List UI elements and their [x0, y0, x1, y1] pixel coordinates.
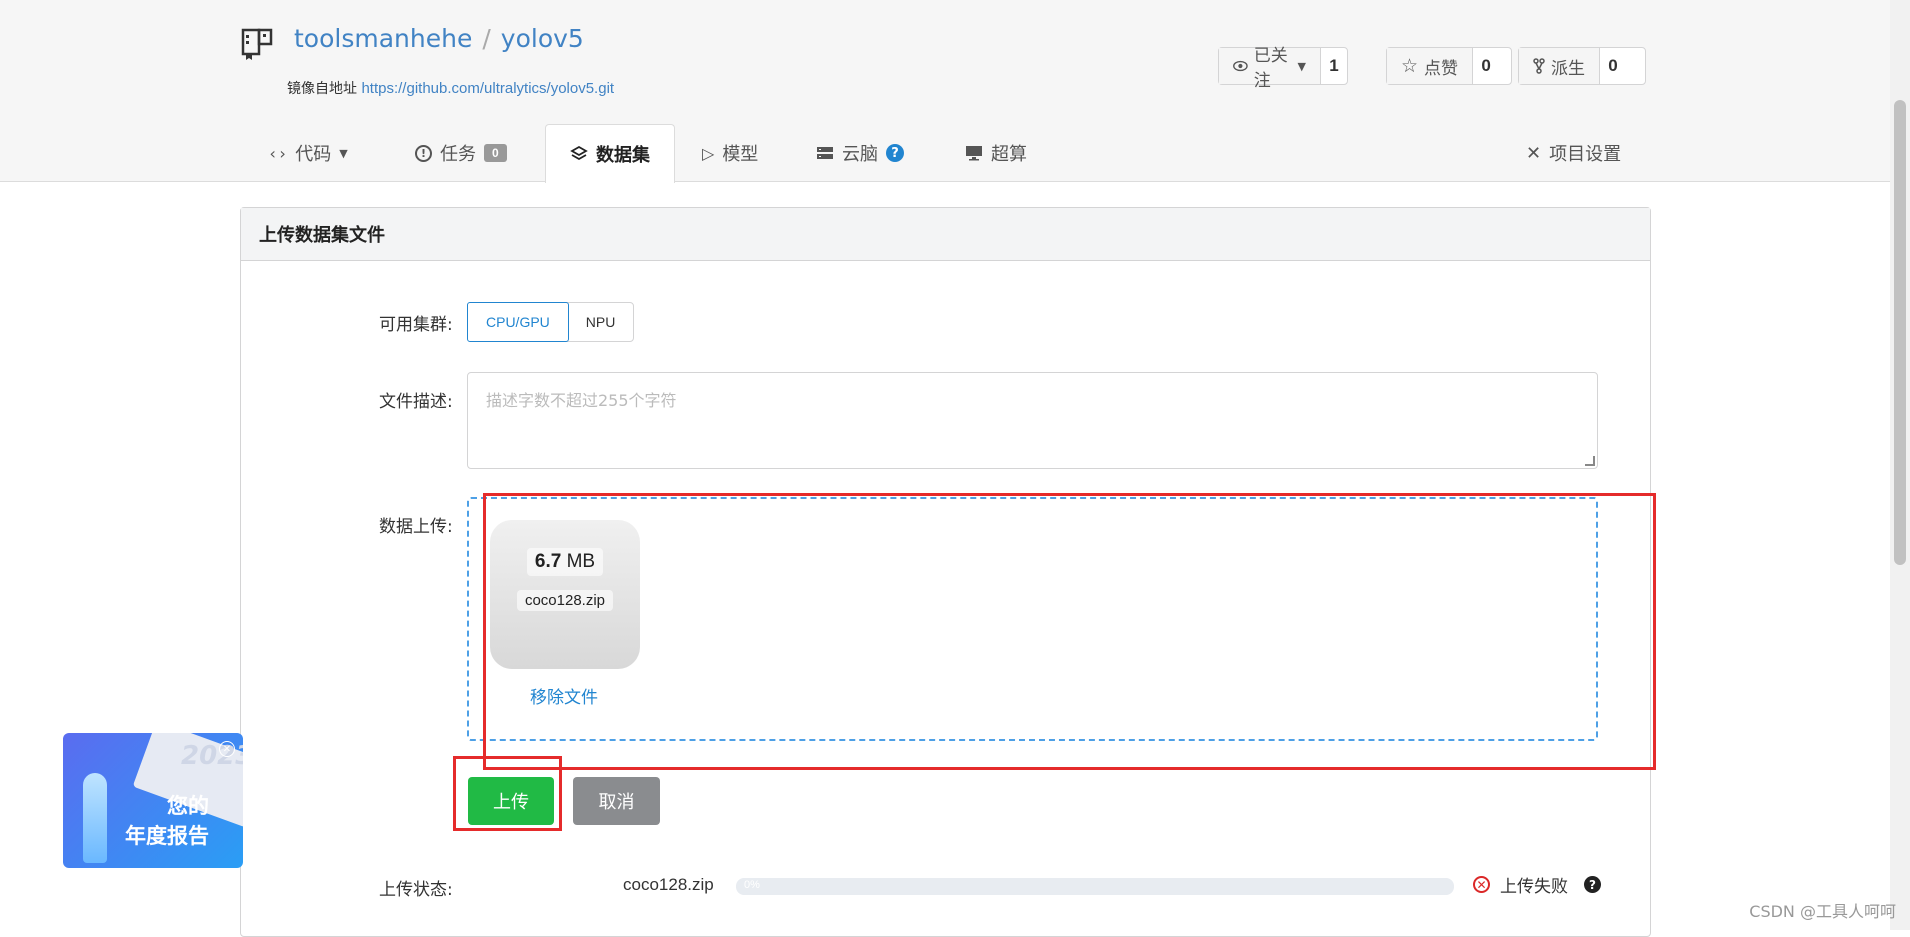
annotation-box-dropzone — [483, 493, 1656, 770]
repo-tabs: ‹› 代码 ▼ ! 任务 0 数据集 ▷ 模型 云脑 ? 超算 ✕ 项目设置 — [240, 124, 1650, 183]
cluster-label: 可用集群: — [379, 315, 453, 335]
tab-settings[interactable]: ✕ 项目设置 — [1526, 124, 1621, 182]
chevron-down-icon: ▼ — [339, 146, 348, 160]
description-textarea[interactable]: 描述字数不超过255个字符 — [467, 372, 1598, 469]
watch-button-group[interactable]: 已关注 ▼ 1 — [1218, 46, 1348, 91]
watch-label: 已关注 — [1253, 46, 1288, 91]
cluster-selector[interactable]: CPU/GPU NPU — [467, 302, 635, 342]
star-count[interactable]: 0 — [1473, 48, 1499, 84]
fork-label: 派生 — [1551, 58, 1585, 79]
watermark: CSDN @工具人呵呵 — [1749, 902, 1896, 921]
panel-title: 上传数据集文件 — [241, 208, 1650, 261]
annual-report-banner[interactable]: 2023 您的 年度报告 ✕ — [63, 733, 243, 868]
cancel-button[interactable]: 取消 — [573, 777, 660, 825]
promo-text: 您的 年度报告 — [125, 791, 209, 851]
scrollbar-thumb[interactable] — [1894, 100, 1906, 565]
tab-settings-label: 项目设置 — [1549, 144, 1622, 165]
tab-datasets[interactable]: 数据集 — [545, 124, 675, 183]
desc-label: 文件描述: — [379, 392, 453, 412]
status-file-name: coco128.zip — [623, 875, 714, 894]
fork-button[interactable]: 派生 — [1519, 48, 1600, 84]
upload-result: ✕ 上传失败 ? — [1473, 872, 1601, 897]
repository-icon — [241, 28, 273, 60]
mirror-label: 镜像自地址 — [287, 81, 357, 97]
tab-cloudbrain-label: 云脑 — [842, 144, 878, 165]
description-placeholder: 描述字数不超过255个字符 — [486, 391, 677, 410]
tab-models-label: 模型 — [722, 144, 759, 165]
mirror-url-link[interactable]: https://github.com/ultralytics/yolov5.gi… — [361, 80, 614, 97]
code-icon: ‹› — [268, 143, 288, 163]
watch-count[interactable]: 1 — [1321, 48, 1347, 84]
alert-circle-icon: ! — [415, 144, 432, 162]
play-icon: ▷ — [702, 143, 715, 163]
upload-progress-bar: 0% — [736, 878, 1454, 895]
chevron-down-icon: ▼ — [1297, 59, 1306, 73]
cluster-option-npu[interactable]: NPU — [568, 303, 634, 341]
person-graphic — [83, 773, 107, 863]
fork-button-group[interactable]: 派生 0 — [1518, 47, 1646, 85]
star-icon: ☆ — [1401, 55, 1419, 77]
error-icon: ✕ — [1473, 876, 1490, 893]
progress-text: 0% — [744, 879, 760, 891]
cluster-option-cpu-gpu[interactable]: CPU/GPU — [467, 302, 569, 342]
status-label: 上传状态: — [379, 880, 453, 900]
repo-name-link[interactable]: yolov5 — [501, 24, 584, 53]
tab-datasets-label: 数据集 — [596, 145, 650, 166]
upload-label: 数据上传: — [379, 517, 453, 537]
page-scrollbar[interactable] — [1890, 0, 1910, 930]
repo-owner-link[interactable]: toolsmanhehe — [294, 24, 472, 53]
tools-icon: ✕ — [1526, 142, 1542, 164]
mirror-info: 镜像自地址 https://github.com/ultralytics/yol… — [287, 78, 614, 98]
server-icon — [817, 147, 833, 159]
tab-issues[interactable]: ! 任务 0 — [415, 124, 507, 182]
tab-supercompute-label: 超算 — [991, 144, 1027, 165]
repo-separator: / — [482, 24, 491, 53]
upload-result-text: 上传失败 — [1500, 877, 1568, 897]
tab-cloudbrain[interactable]: 云脑 ? — [816, 124, 904, 182]
star-label: 点赞 — [1424, 58, 1459, 79]
layers-icon — [570, 145, 588, 161]
tab-code-label: 代码 — [295, 144, 332, 165]
eye-icon — [1233, 60, 1248, 72]
repo-title: toolsmanhehe / yolov5 — [294, 24, 584, 53]
fork-count[interactable]: 0 — [1600, 48, 1626, 84]
tab-code[interactable]: ‹› 代码 ▼ — [268, 124, 348, 182]
issues-count-badge: 0 — [484, 144, 507, 162]
help-icon[interactable]: ? — [886, 144, 904, 162]
tab-models[interactable]: ▷ 模型 — [702, 124, 758, 182]
promo-line-2: 年度报告 — [125, 824, 209, 848]
monitor-icon — [966, 146, 982, 161]
fork-icon — [1533, 58, 1545, 74]
tab-supercompute[interactable]: 超算 — [965, 124, 1027, 182]
star-button[interactable]: ☆ 点赞 — [1387, 48, 1474, 84]
question-icon[interactable]: ? — [1584, 876, 1601, 893]
watch-button[interactable]: 已关注 ▼ — [1219, 46, 1321, 91]
promo-line-1: 您的 — [167, 794, 209, 818]
tab-issues-label: 任务 — [440, 144, 476, 165]
resize-handle-icon[interactable] — [1585, 456, 1595, 466]
upload-button[interactable]: 上传 — [468, 777, 554, 825]
close-icon[interactable]: ✕ — [219, 741, 235, 757]
star-button-group[interactable]: ☆ 点赞 0 — [1386, 47, 1512, 85]
